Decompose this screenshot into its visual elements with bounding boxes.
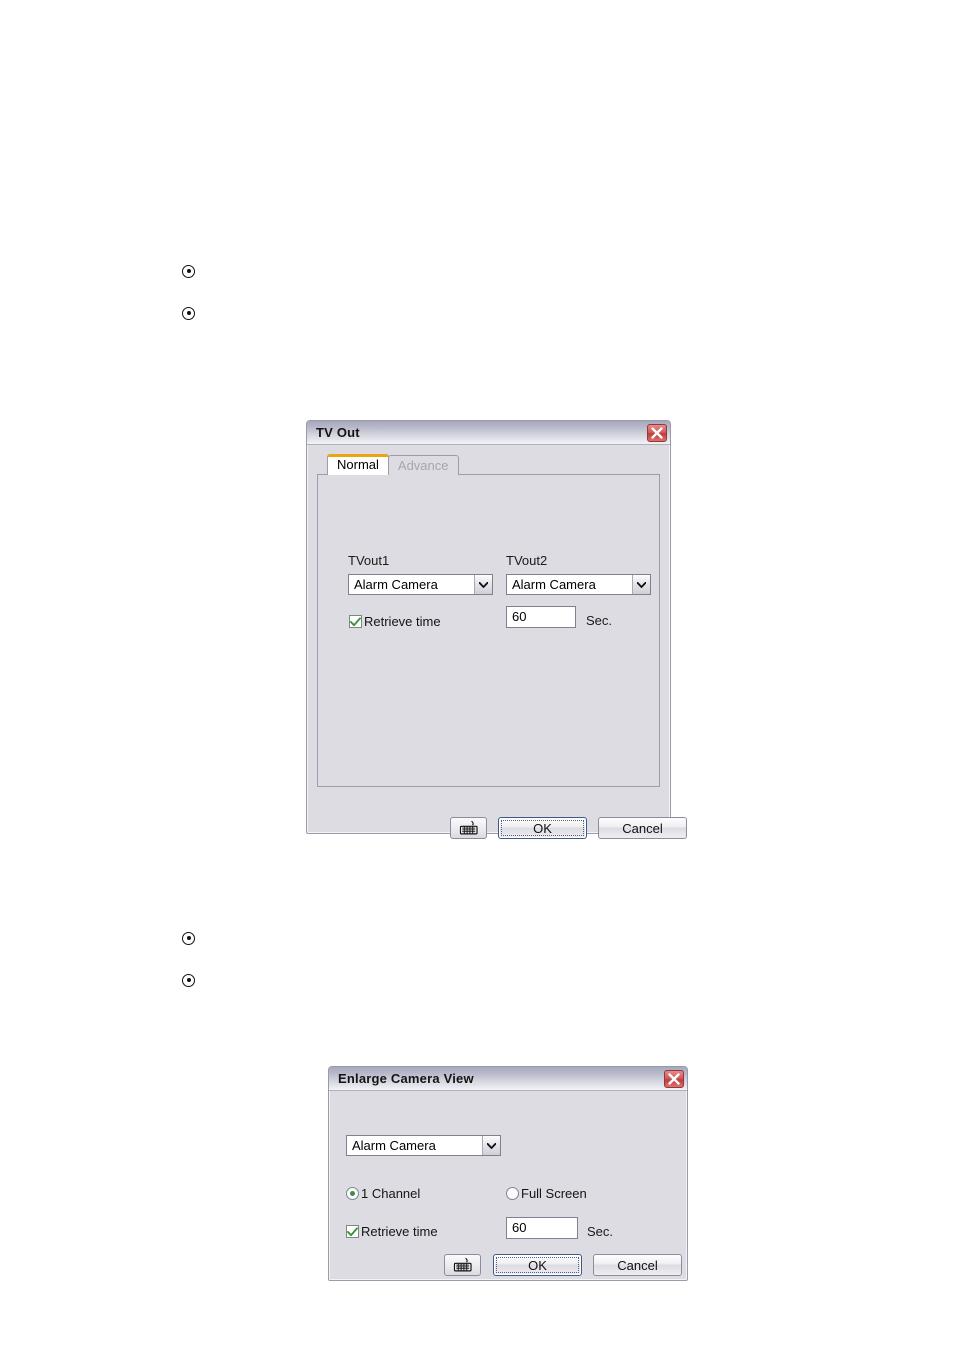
tv-out-dialog: TV Out Normal Advance TVout1 Alarm Camer…: [306, 420, 687, 839]
list-item: [182, 302, 205, 324]
radio-one-channel-label: 1 Channel: [361, 1186, 421, 1201]
tab-normal[interactable]: Normal: [327, 454, 389, 475]
chevron-down-icon[interactable]: [482, 1136, 500, 1155]
ok-button[interactable]: OK: [498, 817, 587, 839]
retrieve-time-value: 60: [512, 1220, 527, 1235]
chevron-down-icon[interactable]: [474, 575, 492, 594]
enlarge-camera-view-body: Alarm Camera 1 Channel Full Screen Retri…: [329, 1091, 687, 1280]
radio-full-screen[interactable]: Full Screen: [506, 1186, 587, 1201]
ok-button[interactable]: OK: [493, 1254, 582, 1276]
tvout1-combobox[interactable]: Alarm Camera: [348, 574, 493, 595]
radio-full-screen-label: Full Screen: [521, 1186, 587, 1201]
ok-button-label: OK: [533, 820, 552, 836]
tv-out-tabstrip: Normal Advance: [317, 454, 660, 475]
tab-normal-label: Normal: [337, 457, 379, 472]
list-item: [182, 969, 205, 991]
bullet-dot-icon: [182, 306, 195, 320]
tab-advance-label: Advance: [397, 458, 449, 473]
keyboard-icon: [453, 1257, 472, 1272]
ok-button-label: OK: [528, 1257, 547, 1273]
bullet-group-bottom: [182, 927, 205, 991]
retrieve-time-label: Retrieve time: [361, 1224, 438, 1239]
enlarge-camera-view-title: Enlarge Camera View: [338, 1071, 474, 1086]
seconds-unit-label: Sec.: [587, 1224, 614, 1239]
keyboard-icon: [459, 820, 478, 835]
bullet-group-top: [182, 260, 205, 324]
tvout2-combobox-value: Alarm Camera: [512, 577, 596, 592]
cancel-button-label: Cancel: [622, 820, 663, 836]
retrieve-time-input[interactable]: 60: [506, 606, 576, 628]
list-item: [182, 927, 205, 949]
radio-unselected-icon: [506, 1187, 519, 1200]
retrieve-time-input[interactable]: 60: [506, 1217, 578, 1239]
cancel-button[interactable]: Cancel: [593, 1254, 682, 1276]
close-icon[interactable]: [664, 1069, 684, 1088]
camera-combobox-value: Alarm Camera: [352, 1138, 436, 1153]
list-item: [182, 260, 205, 282]
tvout1-label: TVout1: [348, 553, 390, 568]
camera-combobox[interactable]: Alarm Camera: [346, 1135, 501, 1156]
tv-out-body: Normal Advance TVout1 Alarm Camera TVout…: [307, 445, 687, 839]
enlarge-camera-view-titlebar[interactable]: Enlarge Camera View: [329, 1067, 687, 1091]
tv-out-titlebar[interactable]: TV Out: [307, 421, 670, 445]
bullet-dot-icon: [182, 264, 195, 278]
tv-out-normal-panel: TVout1 Alarm Camera TVout2 Alarm Camera: [317, 474, 660, 787]
radio-one-channel[interactable]: 1 Channel: [346, 1186, 420, 1201]
keyboard-icon-button[interactable]: [444, 1254, 481, 1276]
retrieve-time-checkbox[interactable]: Retrieve time: [349, 614, 441, 629]
tvout2-label: TVout2: [506, 553, 548, 568]
retrieve-time-label: Retrieve time: [364, 614, 441, 629]
chevron-down-icon[interactable]: [632, 575, 650, 594]
tv-out-title: TV Out: [316, 425, 360, 440]
tvout1-combobox-value: Alarm Camera: [354, 577, 438, 592]
cancel-button-label: Cancel: [617, 1257, 658, 1273]
checkbox-checked-icon: [349, 615, 362, 628]
tvout2-combobox[interactable]: Alarm Camera: [506, 574, 651, 595]
enlarge-camera-view-dialog: Enlarge Camera View Alarm Camera 1 Chann…: [328, 1066, 688, 1281]
tab-advance[interactable]: Advance: [387, 455, 459, 475]
retrieve-time-checkbox[interactable]: Retrieve time: [346, 1224, 438, 1239]
cancel-button[interactable]: Cancel: [598, 817, 687, 839]
keyboard-icon-button[interactable]: [450, 817, 487, 839]
close-icon[interactable]: [647, 423, 667, 442]
bullet-dot-icon: [182, 931, 195, 945]
retrieve-time-value: 60: [512, 609, 527, 624]
radio-selected-icon: [346, 1187, 359, 1200]
tv-out-button-bar: OK Cancel: [450, 817, 687, 839]
checkbox-checked-icon: [346, 1225, 359, 1238]
bullet-dot-icon: [182, 973, 195, 987]
seconds-unit-label: Sec.: [586, 613, 613, 628]
enlarge-camera-view-button-bar: OK Cancel: [444, 1254, 682, 1276]
document-page: TV Out Normal Advance TVout1 Alarm Camer…: [0, 0, 954, 1350]
